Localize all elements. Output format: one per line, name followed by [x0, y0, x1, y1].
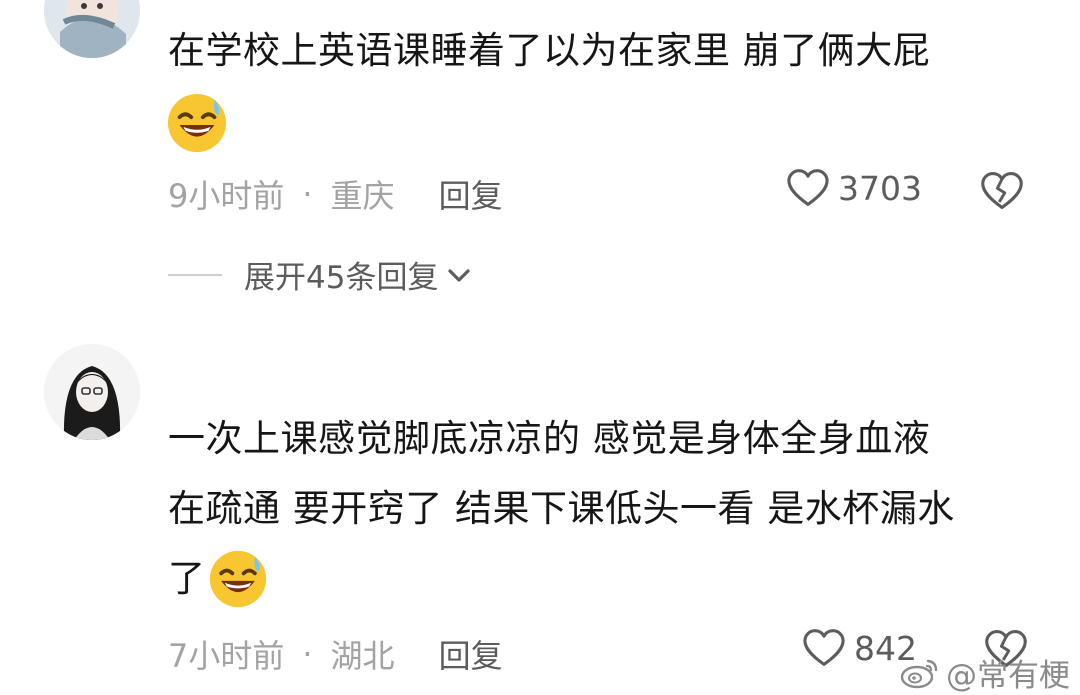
meta-separator: · [302, 635, 313, 673]
heart-outline-icon [787, 169, 829, 206]
comment-location: 湖北 [330, 637, 395, 675]
dislike-button[interactable] [980, 170, 1024, 212]
expand-replies-button[interactable]: 展开45条回复 [168, 252, 474, 297]
comment-time: 7小时前 [168, 637, 285, 675]
comment-meta: 9小时前 · 重庆 回复 [168, 171, 503, 217]
watermark-text: @常有梗 [946, 658, 1070, 694]
meta-separator: · [302, 175, 313, 213]
avatar[interactable] [44, 0, 140, 58]
like-count: 3703 [838, 168, 922, 208]
watermark: @常有梗 [900, 650, 1070, 695]
comment-text: 在学校上英语课睡着了以为在家里 崩了俩大屁 [168, 16, 930, 86]
reply-button[interactable]: 回复 [439, 631, 503, 677]
comment-text: 一次上课感觉脚底凉凉的 感觉是身体全身血液 在疏通 要开窍了 结果下课低头一看 … [168, 404, 955, 614]
comment-line: 了 [168, 557, 206, 600]
comment-location: 重庆 [330, 177, 395, 215]
grinning-sweat-emoji [166, 92, 228, 154]
expand-divider [168, 273, 222, 276]
comment-meta: 7小时前 · 湖北 回复 [168, 631, 503, 677]
grinning-sweat-emoji [208, 549, 268, 609]
comment-line: 在学校上英语课睡着了以为在家里 崩了俩大屁 [168, 29, 931, 72]
heart-outline-icon [803, 629, 845, 666]
comment-line: 在疏通 要开窍了 结果下课低头一看 是水杯漏水 [168, 487, 955, 530]
expand-label: 展开45条回复 [244, 260, 439, 296]
comment-time: 9小时前 [168, 177, 285, 215]
broken-heart-icon [981, 172, 1023, 210]
reply-button[interactable]: 回复 [439, 171, 503, 217]
comment-line: 一次上课感觉脚底凉凉的 感觉是身体全身血液 [168, 417, 931, 460]
avatar[interactable] [44, 344, 140, 440]
weibo-logo-icon [900, 659, 938, 688]
like-button[interactable]: 3703 [786, 168, 922, 208]
chevron-down-icon [448, 268, 471, 282]
comment-line-with-emoji: 了 [168, 544, 955, 614]
